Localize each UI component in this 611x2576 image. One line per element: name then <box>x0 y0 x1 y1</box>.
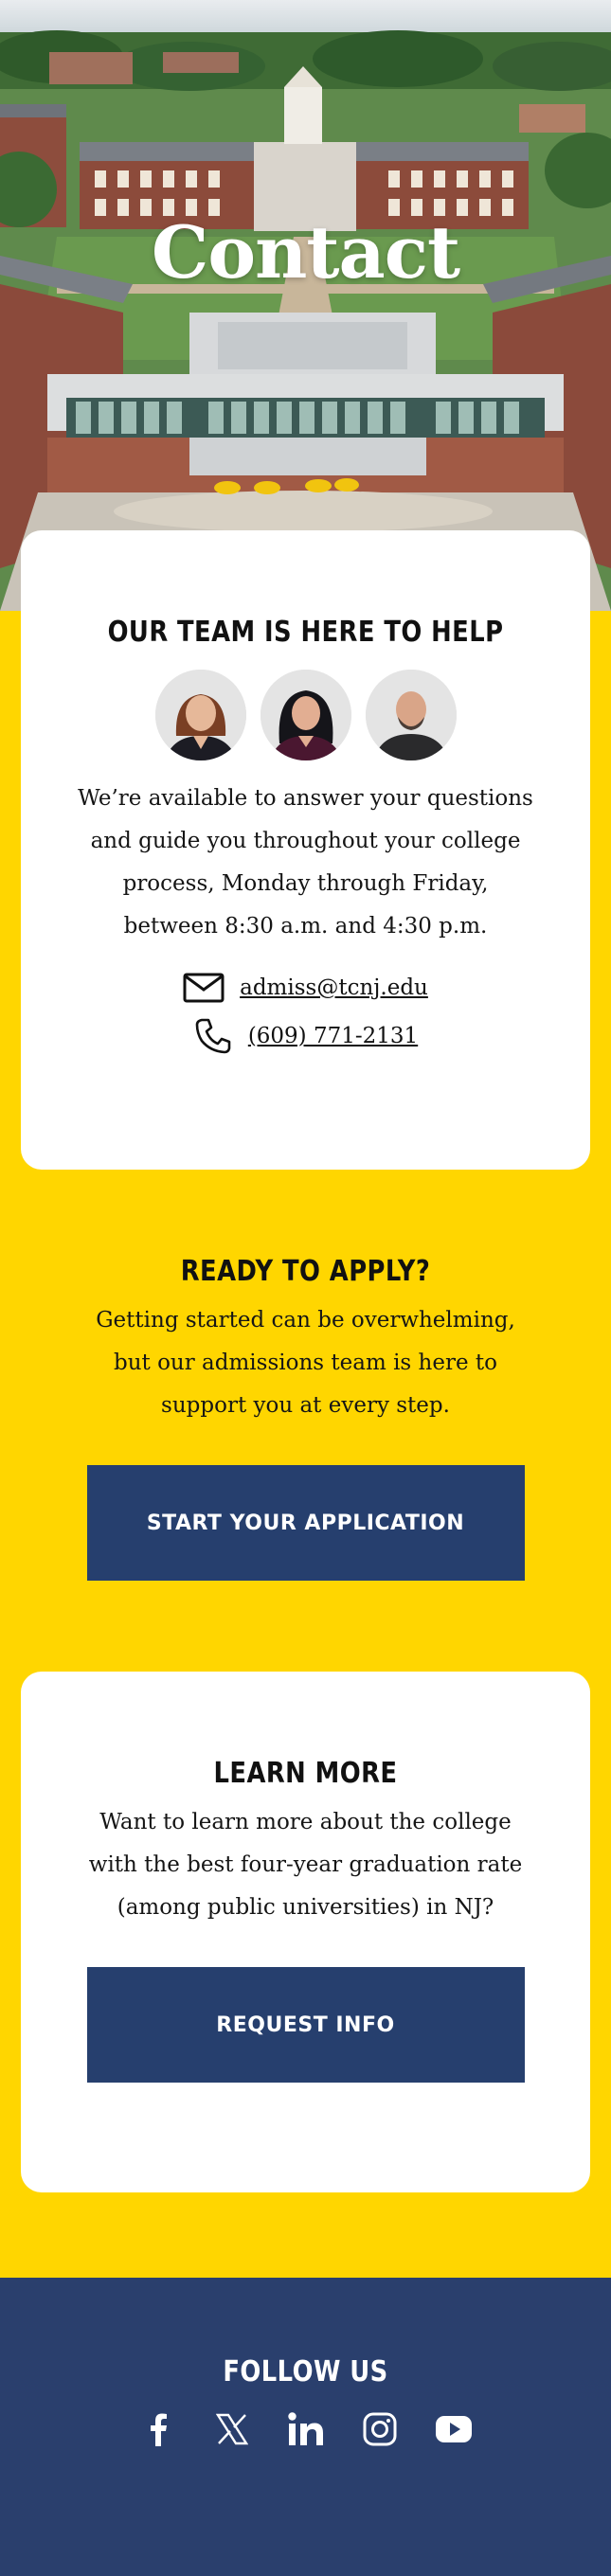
social-links <box>0 2409 611 2449</box>
ready-section: READY TO APPLY? Getting started can be o… <box>0 1170 611 1672</box>
ready-heading: READY TO APPLY? <box>180 1255 431 1288</box>
email-row: admiss@tcnj.edu <box>21 973 590 1003</box>
request-info-button[interactable]: REQUEST INFO <box>86 1967 525 2083</box>
page-title: Contact <box>151 210 460 295</box>
avatar-staff-2 <box>260 670 351 760</box>
avatar-staff-1 <box>154 670 246 760</box>
follow-heading: FOLLOW US <box>223 2355 388 2388</box>
instagram-icon[interactable] <box>360 2409 400 2449</box>
youtube-icon[interactable] <box>434 2409 474 2449</box>
phone-icon <box>195 1018 231 1054</box>
footer: FOLLOW US <box>0 2278 611 2576</box>
team-card: OUR TEAM IS HERE TO HELP We’re available… <box>21 530 590 1170</box>
team-description: We’re available to answer your questions… <box>78 786 533 939</box>
avatar-staff-3 <box>365 670 457 760</box>
campus-aerial-photo <box>0 0 611 611</box>
learn-heading: LEARN MORE <box>213 1757 398 1790</box>
email-link[interactable]: admiss@tcnj.edu <box>240 975 428 1000</box>
learn-description: Want to learn more about the college wit… <box>88 1810 523 1920</box>
phone-link[interactable]: (609) 771-2131 <box>248 1024 418 1048</box>
team-heading: OUR TEAM IS HERE TO HELP <box>107 616 504 649</box>
start-application-button[interactable]: START YOUR APPLICATION <box>86 1465 525 1581</box>
hero-banner: Contact <box>0 0 611 611</box>
team-avatars <box>21 670 590 760</box>
x-twitter-icon[interactable] <box>212 2409 252 2449</box>
facebook-icon[interactable] <box>138 2409 178 2449</box>
phone-row: (609) 771-2131 <box>21 1016 590 1056</box>
ready-description: Getting started can be overwhelming, but… <box>96 1308 515 1418</box>
envelope-icon <box>183 973 225 1003</box>
linkedin-icon[interactable] <box>286 2409 326 2449</box>
learn-card: LEARN MORE Want to learn more about the … <box>21 1672 590 2192</box>
